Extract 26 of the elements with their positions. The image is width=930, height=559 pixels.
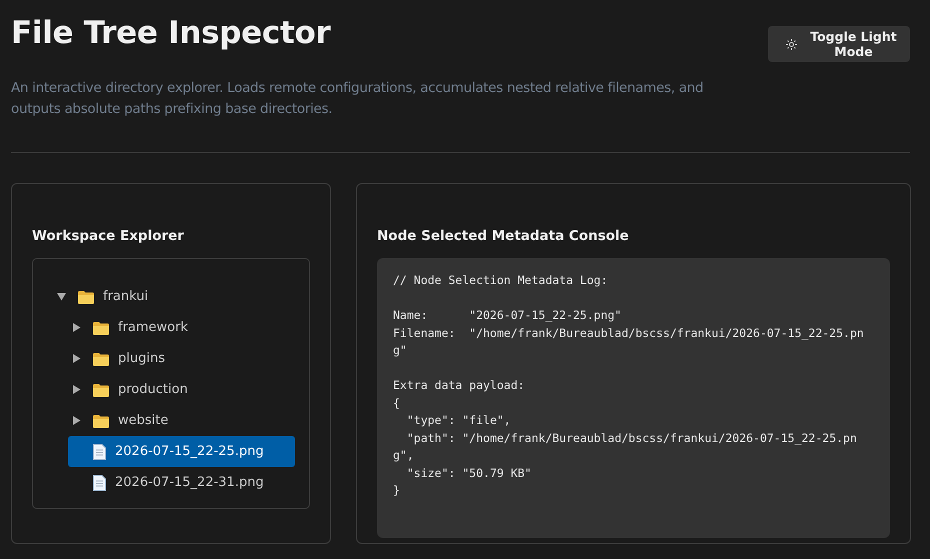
sun-icon xyxy=(786,38,797,50)
page-description: An interactive directory explorer. Loads remote configurations, accumulates nested relative filenames, and outputs absolute paths prefixing base directories. xyxy=(11,79,704,119)
tree-item[interactable]: 2026-07-15_22-25.png xyxy=(68,436,295,467)
toggle-light-mode-button[interactable]: Toggle Light Mode xyxy=(768,26,910,62)
page-title: File Tree Inspector xyxy=(11,15,332,51)
collapsed-caret-icon[interactable] xyxy=(72,354,81,363)
folder-icon xyxy=(78,290,94,304)
collapsed-caret-icon[interactable] xyxy=(72,385,81,394)
tree-item[interactable]: plugins xyxy=(68,343,295,374)
document-icon xyxy=(93,444,106,460)
collapsed-caret-icon[interactable] xyxy=(72,323,81,332)
folder-icon xyxy=(93,382,109,396)
tree-item[interactable]: production xyxy=(68,374,295,405)
tree-item[interactable]: 2026-07-15_22-31.png xyxy=(68,467,295,498)
panel-title: Node Selected Metadata Console xyxy=(377,228,630,244)
collapsed-caret-icon[interactable] xyxy=(72,416,81,425)
folder-icon xyxy=(93,352,109,366)
tree-item[interactable]: website xyxy=(68,405,295,436)
tree-item[interactable]: frankui xyxy=(53,281,295,312)
metadata-log: // Node Selection Metadata Log: Name: "2026-07-15_22-25.png" Filename: "/home/frank/Bureaublad/bscss/frankui/2026-07-15_22-25.png" Extra data payload: { "type": "file", "path": "/home/frank/Bureaublad/bscss/frankui/2026-07-15_22-25.png", "size": "50.79 KB" } xyxy=(393,272,865,499)
document-icon xyxy=(93,474,106,490)
folder-icon xyxy=(93,414,109,428)
expanded-caret-icon[interactable] xyxy=(57,292,66,301)
panel-title: Workspace Explorer xyxy=(32,228,185,244)
folder-icon xyxy=(93,320,109,334)
tree-item[interactable]: framework xyxy=(68,312,295,343)
